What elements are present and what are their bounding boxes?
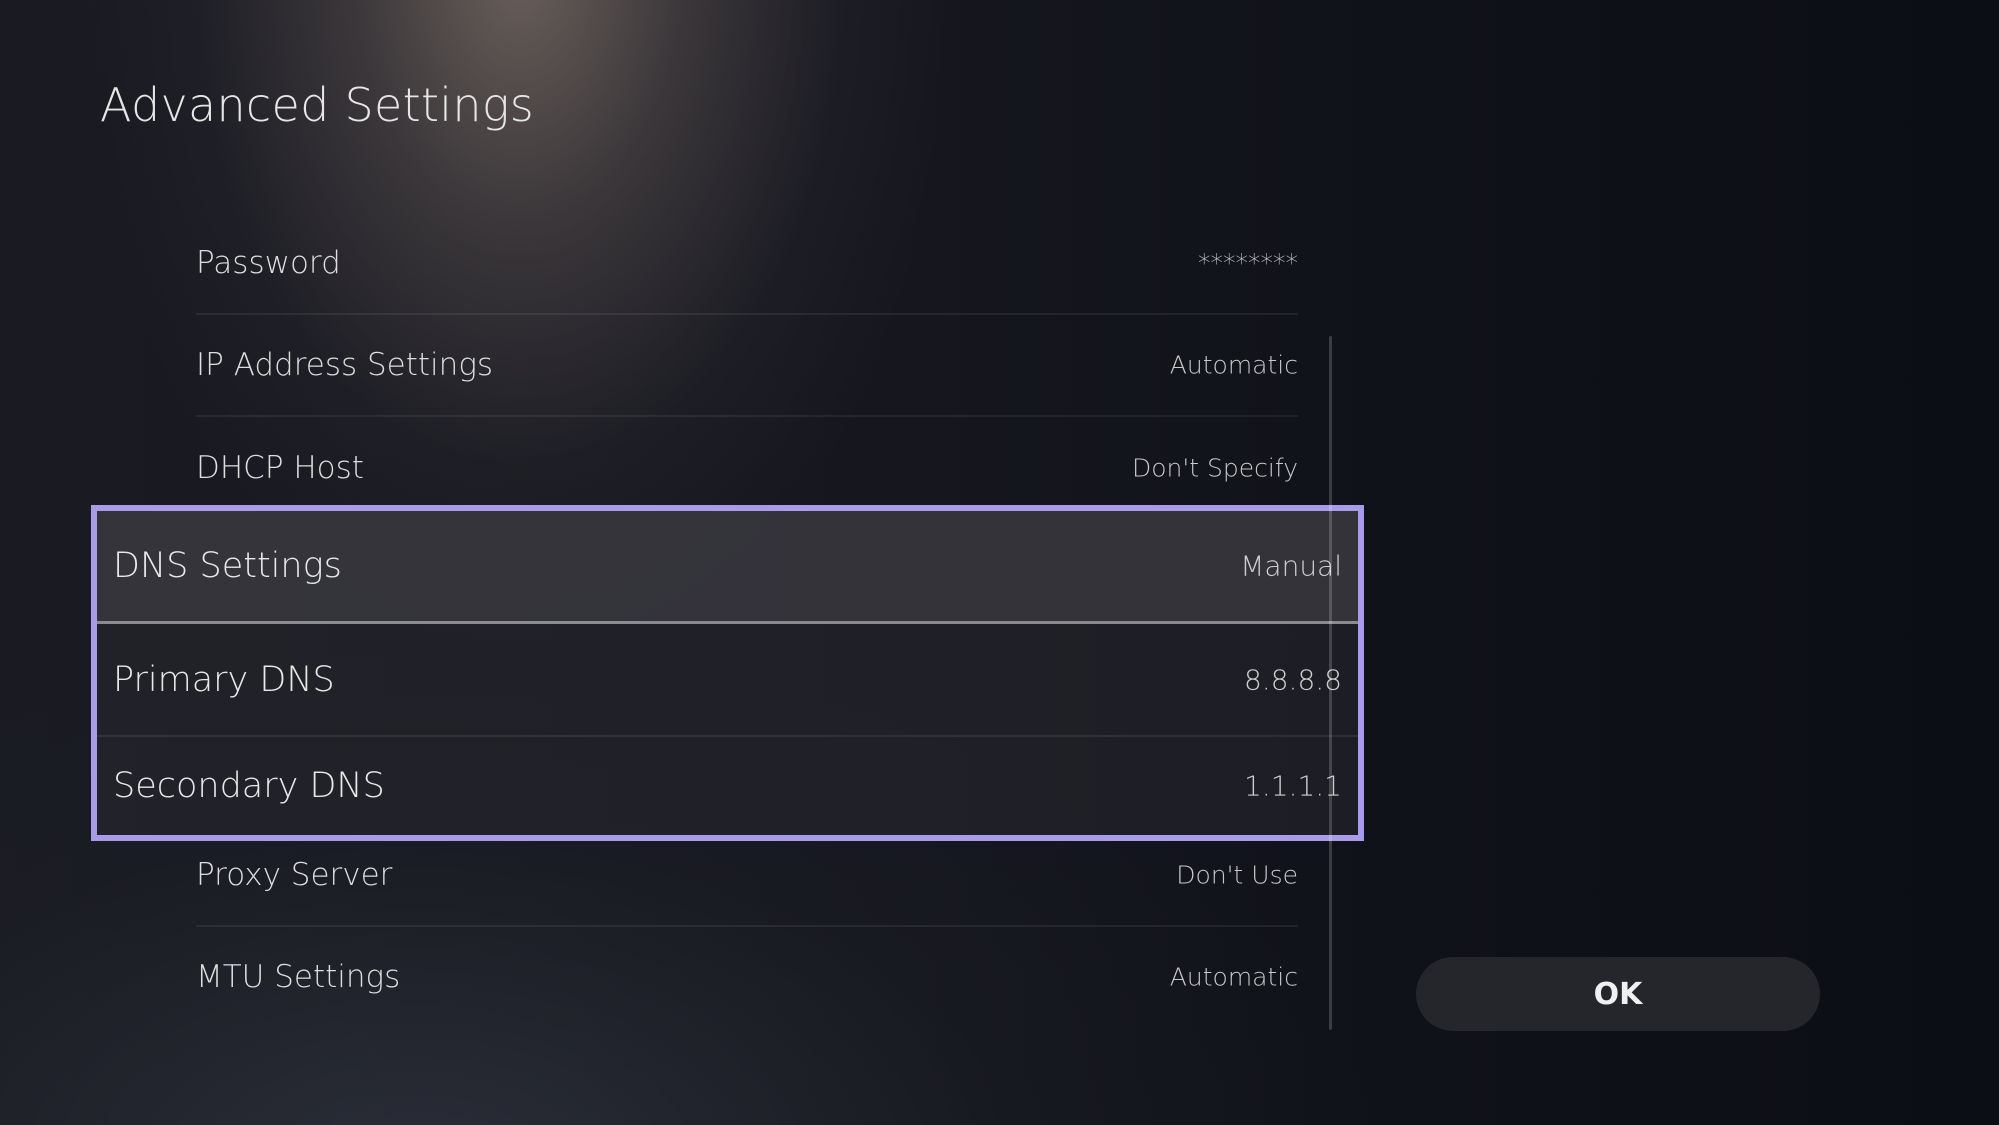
settings-row-dhcp-host[interactable]: DHCP Host Don't Specify — [196, 417, 1298, 505]
settings-row-proxy-server[interactable]: Proxy Server Don't Use — [196, 841, 1298, 927]
setting-label: IP Address Settings — [196, 347, 494, 383]
setting-label: DHCP Host — [196, 450, 364, 486]
setting-label: DNS Settings — [113, 546, 342, 586]
setting-value: Manual — [1240, 549, 1342, 583]
settings-row-primary-dns[interactable]: Primary DNS 8.8.8.8 — [97, 624, 1358, 737]
setting-value: ******** — [1198, 248, 1298, 278]
settings-row-password[interactable]: Password ******** — [196, 213, 1298, 315]
settings-row-ip-address[interactable]: IP Address Settings Automatic — [196, 315, 1298, 417]
dns-settings-group: DNS Settings Manual Primary DNS 8.8.8.8 … — [91, 505, 1364, 841]
setting-label: Password — [196, 245, 341, 281]
setting-value: 8.8.8.8 — [1244, 663, 1342, 696]
setting-value: Automatic — [1169, 962, 1298, 992]
page-title: Advanced Settings — [100, 78, 535, 132]
setting-label: MTU Settings — [196, 959, 401, 995]
scrollbar[interactable] — [1329, 336, 1332, 1030]
setting-label: Primary DNS — [113, 659, 335, 700]
setting-value: Don't Specify — [1132, 453, 1298, 483]
setting-value: Automatic — [1169, 350, 1298, 380]
settings-row-dns-settings[interactable]: DNS Settings Manual — [97, 511, 1358, 624]
setting-value: Don't Use — [1176, 860, 1298, 890]
settings-row-mtu[interactable]: MTU Settings Automatic — [196, 927, 1298, 1029]
ok-button[interactable]: OK — [1416, 957, 1820, 1031]
setting-value: 1.1.1.1 — [1244, 769, 1342, 803]
setting-label: Secondary DNS — [113, 766, 385, 806]
settings-row-secondary-dns[interactable]: Secondary DNS 1.1.1.1 — [97, 737, 1358, 835]
setting-label: Proxy Server — [196, 857, 393, 893]
